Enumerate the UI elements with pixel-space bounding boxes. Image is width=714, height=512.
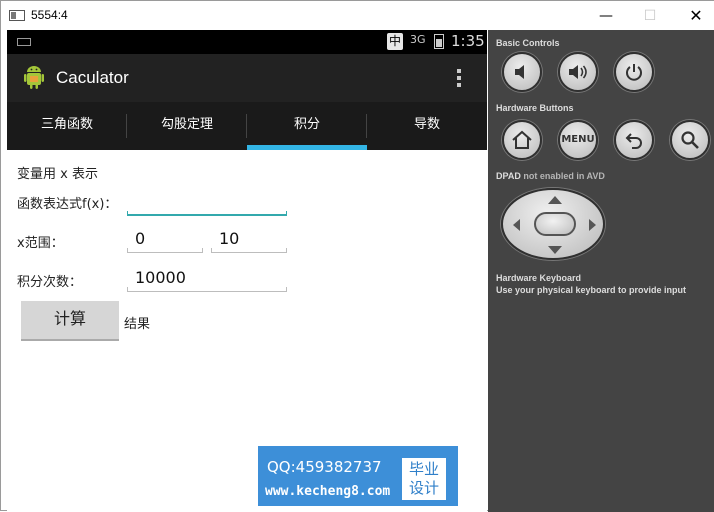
- watermark-badge: 毕业 设计: [402, 458, 446, 500]
- tab-label: 三角函数: [40, 117, 93, 132]
- window-title: 5554:4: [31, 8, 68, 22]
- emulator-window: 5554:4 — ☐ ✕ 中 3G 1:35 Caculator 三角函数 勾股…: [0, 0, 714, 512]
- overflow-menu-icon[interactable]: [453, 66, 465, 90]
- emulator-control-panel: Basic Controls Hardware Buttons MENU DPA…: [488, 30, 714, 512]
- tab-integral[interactable]: 积分: [247, 102, 367, 150]
- dpad-center-button[interactable]: [534, 212, 576, 236]
- watermark-banner: QQ:459382737 www.kecheng8.com 毕业 设计: [258, 446, 458, 506]
- hardware-keyboard-info: Hardware Keyboard Use your physical keyb…: [496, 272, 686, 296]
- variable-hint: 变量用 x 表示: [17, 167, 98, 182]
- function-label: 函数表达式f(x)：: [17, 197, 118, 212]
- home-icon[interactable]: [502, 120, 542, 160]
- watermark-qq: QQ:459382737: [267, 458, 382, 476]
- dpad-control[interactable]: [501, 188, 605, 260]
- dpad-down-icon[interactable]: [548, 246, 562, 254]
- range-label: x范围：: [17, 236, 64, 251]
- tab-label: 导数: [413, 117, 440, 132]
- action-bar: Caculator: [7, 54, 487, 102]
- watermark-site: www.kecheng8.com: [265, 484, 391, 499]
- search-icon[interactable]: [670, 120, 710, 160]
- close-button[interactable]: ✕: [681, 5, 711, 27]
- integral-form: 变量用 x 表示 函数表达式f(x)： x范围： 0 10 积分次数： 1000…: [7, 150, 487, 512]
- dpad-up-icon[interactable]: [548, 196, 562, 204]
- tab-bar: 三角函数 勾股定理 积分 导数: [7, 102, 487, 150]
- function-input[interactable]: [127, 190, 287, 216]
- dpad-note: not enabled in AVD: [523, 171, 605, 181]
- status-time: 1:35: [451, 32, 485, 50]
- tab-trig[interactable]: 三角函数: [7, 102, 127, 150]
- hardware-keyboard-note: Use your physical keyboard to provide in…: [496, 285, 687, 295]
- app-title: Caculator: [56, 68, 129, 87]
- dpad-right-icon[interactable]: [589, 219, 596, 231]
- minimize-button[interactable]: —: [591, 5, 621, 27]
- tab-label: 积分: [293, 117, 320, 132]
- hardware-buttons-heading: Hardware Buttons: [496, 103, 574, 113]
- range-from-input[interactable]: 0: [127, 227, 203, 253]
- range-to-input[interactable]: 10: [211, 227, 287, 253]
- tab-derivative[interactable]: 导数: [367, 102, 487, 150]
- keyboard-icon: [17, 38, 31, 46]
- maximize-button[interactable]: ☐: [635, 5, 665, 27]
- battery-icon: [434, 34, 444, 49]
- tab-label: 勾股定理: [160, 117, 213, 132]
- signal-3g-icon: 3G: [410, 33, 426, 46]
- dpad-heading: DPAD not enabled in AVD: [496, 171, 605, 181]
- calculate-button[interactable]: 计算: [21, 301, 119, 341]
- volume-down-icon[interactable]: [502, 52, 542, 92]
- window-titlebar: 5554:4 — ☐ ✕: [1, 1, 714, 30]
- hardware-keyboard-title: Hardware Keyboard: [496, 273, 582, 283]
- menu-button[interactable]: MENU: [558, 120, 598, 160]
- dpad-left-icon[interactable]: [513, 219, 520, 231]
- ime-indicator: 中: [387, 33, 403, 50]
- result-text: 结果: [124, 317, 151, 332]
- status-bar: 中 3G 1:35: [7, 30, 487, 54]
- android-screen: 中 3G 1:35 Caculator 三角函数 勾股定理 积分 导数 变量用 …: [7, 30, 487, 512]
- back-icon[interactable]: [614, 120, 654, 160]
- emulator-app-icon: [9, 10, 25, 21]
- tab-pythagorean[interactable]: 勾股定理: [127, 102, 247, 150]
- power-icon[interactable]: [614, 52, 654, 92]
- basic-controls-heading: Basic Controls: [496, 38, 560, 48]
- count-input[interactable]: 10000: [127, 266, 287, 292]
- volume-up-icon[interactable]: [558, 52, 598, 92]
- count-label: 积分次数：: [17, 275, 83, 290]
- android-robot-icon: [24, 66, 44, 89]
